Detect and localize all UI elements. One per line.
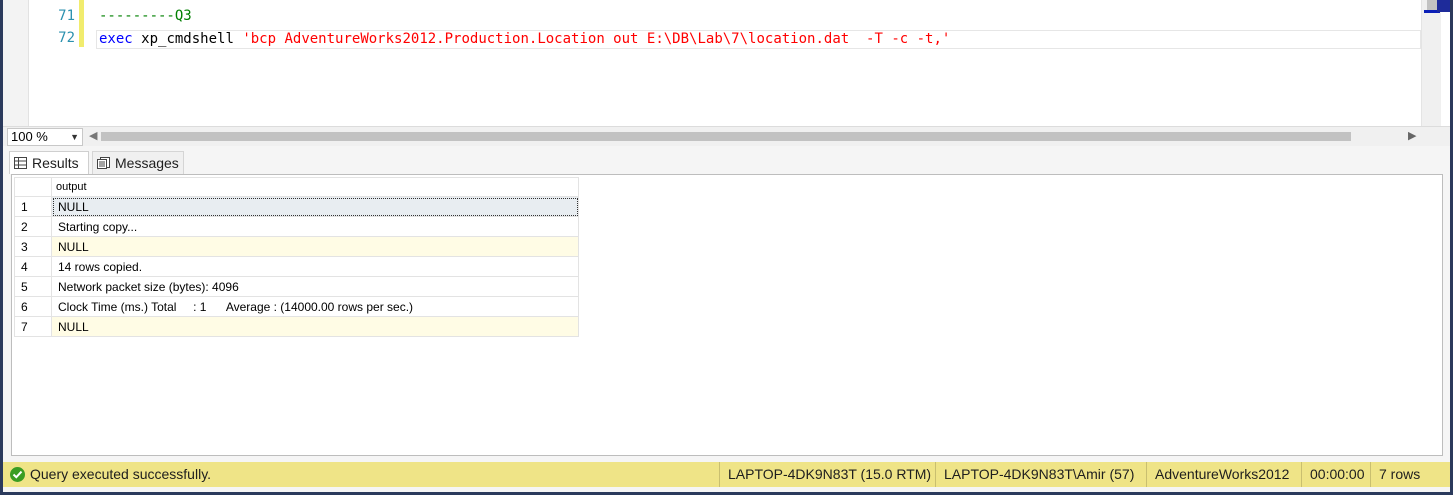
status-message: Query executed successfully.	[30, 466, 212, 482]
grid-cell[interactable]: Starting copy...	[51, 216, 579, 237]
tab-messages-label: Messages	[115, 155, 179, 171]
success-check-icon	[10, 467, 25, 482]
row-number[interactable]: 7	[14, 316, 52, 337]
table-row[interactable]: 4 14 rows copied.	[14, 256, 579, 277]
status-user: LAPTOP-4DK9N83T\Amir (57)	[935, 462, 1134, 487]
scroll-left-icon[interactable]: ◀	[89, 129, 97, 142]
table-row[interactable]: 6 Clock Time (ms.) Total : 1 Average : (…	[14, 296, 579, 317]
grid-cell[interactable]: NULL	[51, 316, 579, 337]
sql-editor[interactable]: 71 72 ---------Q3 exec xp_cmdshell 'bcp …	[3, 0, 1450, 126]
query-window: 71 72 ---------Q3 exec xp_cmdshell 'bcp …	[3, 0, 1450, 492]
tab-results[interactable]: Results	[9, 151, 89, 174]
chevron-down-icon: ▼	[70, 132, 79, 142]
editor-vertical-scrollbar[interactable]	[1421, 0, 1441, 126]
zoom-value: 100 %	[11, 129, 48, 144]
status-bar: Query executed successfully. LAPTOP-4DK9…	[3, 462, 1450, 487]
messages-icon	[97, 157, 110, 169]
table-row[interactable]: 1 NULL	[14, 196, 579, 217]
grid-icon	[14, 157, 27, 169]
code-line-comment[interactable]: ---------Q3	[99, 8, 192, 24]
table-row[interactable]: 5 Network packet size (bytes): 4096	[14, 276, 579, 297]
status-database: AdventureWorks2012	[1146, 462, 1289, 487]
zoom-dropdown[interactable]: 100 % ▼	[7, 128, 83, 146]
horizontal-scrollbar-thumb[interactable]	[101, 132, 1351, 141]
editor-margin	[3, 0, 29, 126]
table-row[interactable]: 7 NULL	[14, 316, 579, 337]
zoom-bar: 100 % ▼ ◀ ▶	[3, 126, 1450, 146]
string-literal: 'bcp AdventureWorks2012.Production.Locat…	[242, 31, 951, 47]
tab-messages[interactable]: Messages	[92, 151, 184, 174]
line-number: 71	[58, 8, 75, 24]
scrollbar-map-marker	[1437, 0, 1450, 12]
results-tabs: Results Messages	[3, 148, 1450, 174]
status-server: LAPTOP-4DK9N83T (15.0 RTM)	[719, 462, 931, 487]
table-row[interactable]: 2 Starting copy...	[14, 216, 579, 237]
column-header-output[interactable]: output	[51, 177, 579, 197]
grid-cell[interactable]: Clock Time (ms.) Total : 1 Average : (14…	[51, 296, 579, 317]
results-grid[interactable]: output 1 NULL 2 Starting copy... 3 NULL …	[14, 177, 579, 337]
tab-results-label: Results	[32, 155, 79, 171]
row-number[interactable]: 4	[14, 256, 52, 277]
row-number[interactable]: 3	[14, 236, 52, 257]
keyword-exec: exec	[99, 31, 133, 47]
scroll-right-icon[interactable]: ▶	[1408, 129, 1416, 142]
grid-cell[interactable]: NULL	[51, 236, 579, 257]
row-number[interactable]: 1	[14, 196, 52, 217]
grid-cell[interactable]: 14 rows copied.	[51, 256, 579, 277]
row-number[interactable]: 5	[14, 276, 52, 297]
procedure-name: xp_cmdshell	[141, 31, 234, 47]
status-elapsed-time: 00:00:00	[1301, 462, 1365, 487]
scrollbar-thumb[interactable]	[1427, 0, 1437, 10]
row-number[interactable]: 2	[14, 216, 52, 237]
table-row[interactable]: 3 NULL	[14, 236, 579, 257]
change-indicator	[79, 0, 84, 47]
grid-corner[interactable]	[14, 177, 52, 197]
grid-cell[interactable]: Network packet size (bytes): 4096	[51, 276, 579, 297]
grid-cell[interactable]: NULL	[51, 196, 579, 217]
code-line-current[interactable]: exec xp_cmdshell 'bcp AdventureWorks2012…	[96, 30, 1421, 49]
line-number: 72	[58, 30, 75, 46]
results-grid-pane[interactable]: output 1 NULL 2 Starting copy... 3 NULL …	[11, 174, 1443, 456]
status-row-count: 7 rows	[1370, 462, 1420, 487]
row-number[interactable]: 6	[14, 296, 52, 317]
